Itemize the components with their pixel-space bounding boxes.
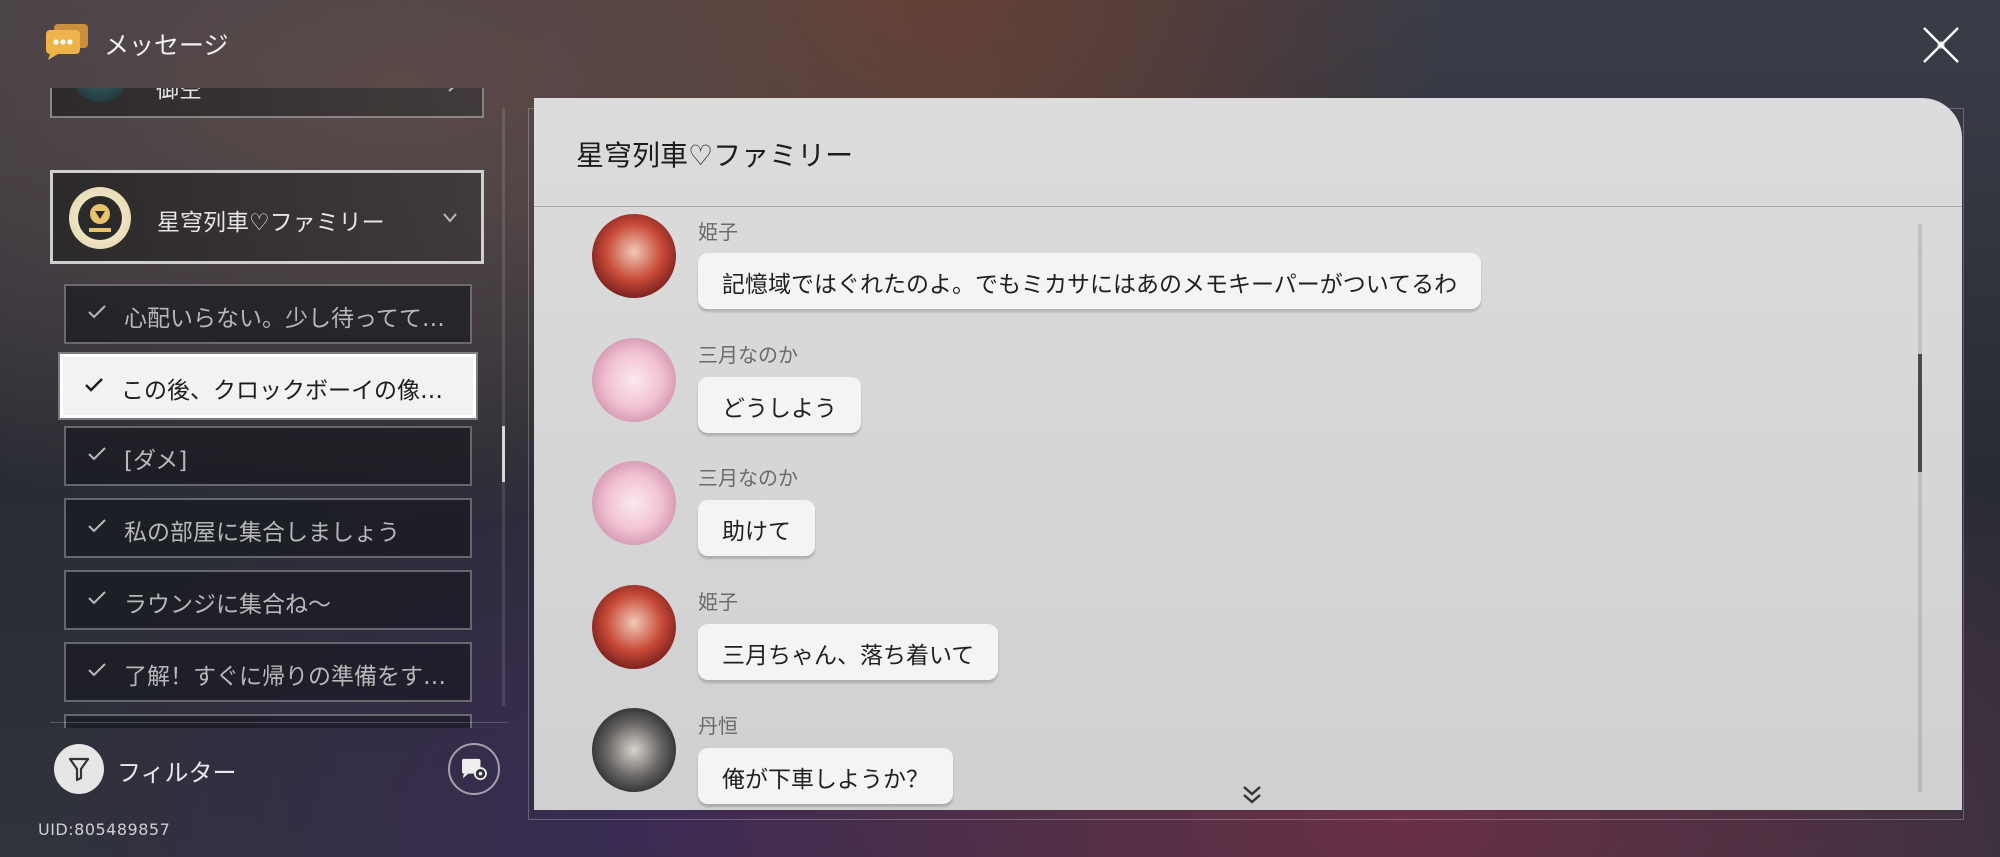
avatar [72,88,128,102]
contact-name: 御空 [156,88,202,103]
thread-label: 私の部屋に集合しましょう [124,520,400,546]
scrollbar-thumb[interactable] [502,426,505,482]
thread-label: [ダメ] [124,448,188,474]
chat-title: 星穹列車♡ファミリー [576,139,854,172]
chat-bubble-icon [46,24,88,60]
thread-item[interactable]: 私の部屋に集合しましょう [64,498,472,558]
check-icon [88,591,106,605]
conversation-list: 御空 星穹列車♡ファミリー 心配いらない。少し待ってて… この後、クロックボーイ… [0,88,520,728]
message-settings-icon [462,758,487,781]
message-bubble: 俺が下車しようか？ [698,748,953,804]
left-scrollbar[interactable] [502,108,505,706]
thread-item[interactable]: [ダメ] [64,426,472,486]
avatar-himeko[interactable] [592,585,676,669]
sender-name: 三月なのか [698,466,798,490]
thread-label: 了解！すぐに帰りの準備をす… [124,664,446,690]
thread-label: この後、クロックボーイの像… [121,378,443,404]
sender-name: 姫子 [698,590,738,614]
thread-item-partial[interactable] [64,714,472,728]
filter-icon [68,757,90,782]
check-icon [85,378,103,392]
thread-item[interactable]: 了解！すぐに帰りの準備をす… [64,642,472,702]
avatar-danheng[interactable] [592,708,676,792]
uid-label: UID:805489857 [38,820,171,839]
filter-button[interactable] [54,744,104,794]
avatar-himeko[interactable] [592,214,676,298]
avatar-march7th[interactable] [592,461,676,545]
check-icon [88,305,106,319]
contact-name: 星穹列車♡ファミリー [157,210,385,236]
sender-name: 三月なのか [698,343,798,367]
thread-label: 心配いらない。少し待ってて… [124,306,445,332]
thread-label: ラウンジに集合ね～ [124,592,331,618]
chevron-right-icon [448,88,455,92]
filter-label: フィルター [117,759,237,787]
thread-item[interactable]: 心配いらない。少し待ってて… [64,284,472,344]
check-icon [88,663,106,677]
page-title: メッセージ [104,31,229,60]
avatar-march7th[interactable] [592,338,676,422]
scrollbar-thumb[interactable] [1918,354,1922,472]
thread-item-active[interactable]: この後、クロックボーイの像… [58,352,478,420]
sender-name: 姫子 [698,220,738,244]
message-bubble: どうしよう [698,377,861,433]
contact-card-selected[interactable]: 星穹列車♡ファミリー [50,170,484,264]
check-icon [88,447,106,461]
divider [534,206,1962,207]
sender-name: 丹恒 [698,714,738,738]
message-bubble: 記憶域ではぐれたのよ。でもミカサにはあのメモキーパーがついてるわ [698,253,1482,309]
message-bubble: 助けて [698,500,815,556]
train-emblem-icon [78,196,122,240]
settings-button[interactable] [448,743,500,795]
chat-scrollbar[interactable] [1918,224,1922,792]
group-avatar [69,187,131,249]
message-bubble: 三月ちゃん、落ち着いて [698,624,999,680]
chevron-down-icon [443,213,457,223]
divider [50,722,508,723]
top-bar: メッセージ [0,0,2000,88]
scroll-down-icon[interactable] [1240,784,1264,806]
chat-panel: 星穹列車♡ファミリー 姫子 記憶域ではぐれたのよ。でもミカサにはあのメモキーパー… [534,98,1962,810]
contact-card-partial[interactable]: 御空 [50,88,484,118]
check-icon [88,519,106,533]
close-icon[interactable] [1920,24,1962,66]
thread-item[interactable]: ラウンジに集合ね～ [64,570,472,630]
